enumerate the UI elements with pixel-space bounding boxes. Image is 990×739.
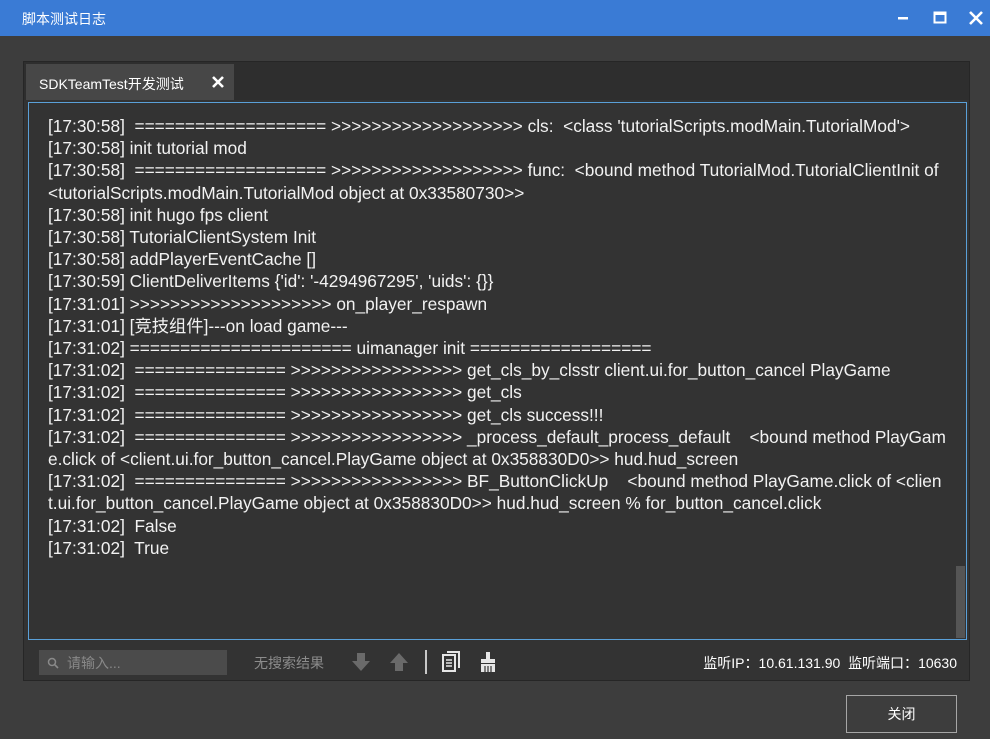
minimize-icon[interactable]	[891, 6, 915, 30]
log-line: [17:31:02] =============== >>>>>>>>>>>>>…	[48, 404, 604, 425]
title-bar: 脚本测试日志	[0, 0, 990, 36]
close-icon[interactable]	[964, 6, 988, 30]
search-box[interactable]	[39, 650, 227, 675]
arrow-up-icon[interactable]	[388, 650, 410, 674]
log-line: [17:31:01] [竞技组件]---on load game---	[48, 315, 348, 336]
tab-sdkteamtest[interactable]: SDKTeamTest开发测试	[26, 64, 234, 100]
monitor-ip-label: 监听IP：	[703, 655, 759, 671]
search-input[interactable]	[65, 652, 224, 674]
log-line: [17:31:02] ====================== uimana…	[48, 338, 652, 359]
log-line: [17:30:58] TutorialClientSystem Init	[48, 227, 316, 248]
monitor-port-label: 监听端口：	[848, 655, 919, 671]
window-title: 脚本测试日志	[22, 11, 106, 27]
log-line: [17:31:02] =============== >>>>>>>>>>>>>…	[48, 360, 891, 381]
log-line: [17:30:58] init hugo fps client	[48, 204, 269, 225]
bottom-toolbar: 无搜索结果 监听IP：10.61.131.90 监听端口：10630	[24, 644, 969, 680]
log-line: [17:31:02] True	[48, 537, 170, 558]
log-line: [17:31:02] =============== >>>>>>>>>>>>>…	[48, 426, 946, 470]
log-panel: SDKTeamTest开发测试 [17:30:58] =============…	[23, 61, 970, 681]
log-output[interactable]: [17:30:58] =================== >>>>>>>>>…	[28, 102, 967, 640]
log-text: [17:30:58] =================== >>>>>>>>>…	[48, 115, 948, 559]
log-line: [17:31:02] =============== >>>>>>>>>>>>>…	[48, 471, 942, 514]
log-line: [17:30:58] init tutorial mod	[48, 138, 247, 159]
search-status: 无搜索结果	[254, 655, 324, 671]
monitor-ip: 10.61.131.90	[758, 655, 841, 671]
log-line: [17:30:58] =================== >>>>>>>>>…	[48, 160, 944, 203]
broom-icon[interactable]	[477, 650, 499, 674]
tab-label: SDKTeamTest开发测试	[39, 76, 184, 92]
close-button[interactable]: 关闭	[846, 695, 957, 733]
copy-icon[interactable]	[440, 650, 462, 674]
log-line: [17:31:02] =============== >>>>>>>>>>>>>…	[48, 382, 522, 403]
tab-bar: SDKTeamTest开发测试	[24, 62, 969, 100]
log-line: [17:30:59] ClientDeliverItems {'id': '-4…	[48, 271, 494, 292]
monitor-status: 监听IP：10.61.131.90 监听端口：10630	[703, 653, 957, 673]
monitor-port: 10630	[918, 655, 957, 671]
maximize-icon[interactable]	[928, 6, 952, 30]
arrow-down-icon[interactable]	[350, 650, 372, 674]
log-line: [17:30:58] addPlayerEventCache []	[48, 249, 317, 270]
log-line: [17:31:02] False	[48, 515, 177, 536]
log-line: [17:31:01] >>>>>>>>>>>>>>>>>>>> on_playe…	[48, 293, 488, 314]
scrollbar-thumb[interactable]	[956, 566, 965, 638]
log-line: [17:30:58] =================== >>>>>>>>>…	[48, 116, 911, 136]
search-icon	[47, 656, 59, 669]
toolbar-divider	[425, 650, 427, 674]
tab-close-icon[interactable]	[211, 75, 225, 89]
